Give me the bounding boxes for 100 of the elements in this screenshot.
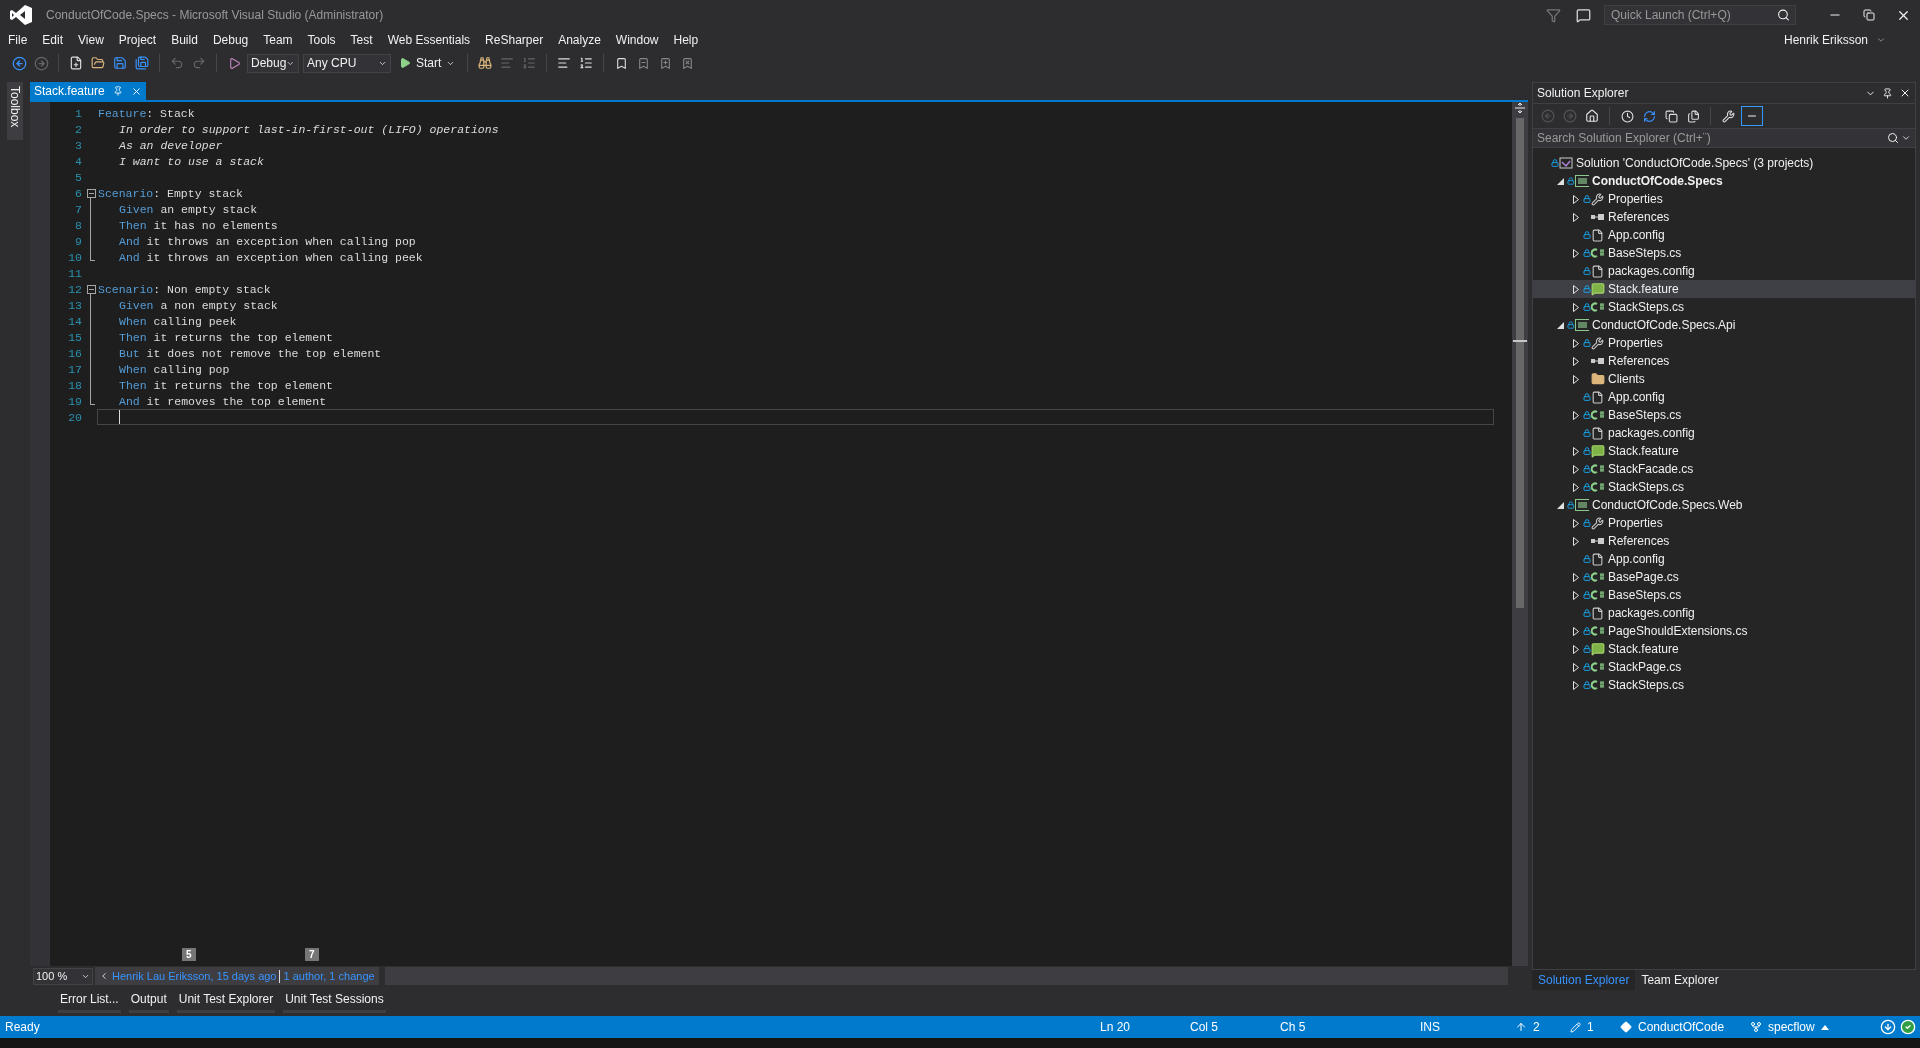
quick-launch-field[interactable]: Quick Launch (Ctrl+Q) bbox=[1604, 5, 1796, 25]
collapsed-icon[interactable] bbox=[1573, 410, 1579, 420]
tool-window-tab[interactable]: Unit Test Sessions bbox=[283, 990, 386, 1013]
check-icon[interactable] bbox=[1900, 1019, 1916, 1035]
tree-item[interactable]: StackSteps.cs bbox=[1533, 298, 1915, 316]
preview-toggle[interactable] bbox=[1741, 106, 1763, 126]
pending-changes[interactable]: 1 bbox=[1570, 1020, 1620, 1034]
forward-icon[interactable] bbox=[32, 54, 50, 72]
menu-item[interactable]: Tools bbox=[301, 30, 342, 50]
expanded-icon[interactable] bbox=[1556, 321, 1564, 329]
repository-selector[interactable]: ConductOfCode bbox=[1620, 1020, 1750, 1034]
tree-item[interactable]: StackPage.cs bbox=[1533, 658, 1915, 676]
menu-item[interactable]: Build bbox=[165, 30, 204, 50]
branch-selector[interactable]: specflow bbox=[1750, 1020, 1860, 1034]
tool-window-tab[interactable]: Output bbox=[128, 990, 169, 1013]
tree-item[interactable]: App.config bbox=[1533, 226, 1915, 244]
pin-icon[interactable] bbox=[1882, 87, 1893, 99]
start-button[interactable]: Start bbox=[395, 56, 460, 70]
collapse-icon[interactable] bbox=[87, 285, 96, 294]
tree-item[interactable]: Solution 'ConductOfCode.Specs' (3 projects) bbox=[1533, 154, 1915, 172]
configuration-dropdown[interactable]: Debug bbox=[247, 53, 299, 73]
expanded-icon[interactable] bbox=[1556, 501, 1564, 509]
home-icon[interactable] bbox=[1583, 107, 1601, 125]
tree-item[interactable]: ConductOfCode.Specs.Api bbox=[1533, 316, 1915, 334]
collapse-icon[interactable] bbox=[87, 189, 96, 198]
tree-item[interactable]: References bbox=[1533, 352, 1915, 370]
references-icon bbox=[1591, 357, 1604, 365]
menu-item[interactable]: Analyze bbox=[552, 30, 607, 50]
codelens-changes-link[interactable]: 1 author, 1 change bbox=[283, 970, 375, 982]
tree-item[interactable]: References bbox=[1533, 208, 1915, 226]
menu-item[interactable]: Edit bbox=[36, 30, 70, 50]
tree-item[interactable]: StackSteps.cs bbox=[1533, 676, 1915, 694]
search-icon bbox=[1887, 132, 1899, 144]
wrench-icon[interactable] bbox=[1719, 107, 1737, 125]
tree-item[interactable]: ConductOfCode.Specs.Web bbox=[1533, 496, 1915, 514]
tree-item[interactable]: packages.config bbox=[1533, 604, 1915, 622]
horizontal-scrollbar[interactable] bbox=[384, 967, 1508, 985]
csharp-file-icon bbox=[1591, 302, 1605, 312]
menu-item[interactable]: Project bbox=[112, 30, 163, 50]
dropdown-icon[interactable] bbox=[1901, 133, 1911, 143]
save-icon[interactable] bbox=[111, 54, 129, 72]
back-icon[interactable] bbox=[10, 54, 28, 72]
menu-item[interactable]: Team bbox=[257, 30, 299, 50]
tree-item[interactable]: Stack.feature bbox=[1533, 280, 1915, 298]
chevron-left-icon[interactable] bbox=[99, 971, 109, 981]
vertical-scrollbar[interactable] bbox=[1512, 102, 1528, 966]
tree-item[interactable]: BaseSteps.cs bbox=[1533, 406, 1915, 424]
line-number: 12 bbox=[67, 282, 83, 296]
menu-item[interactable]: Test bbox=[344, 30, 379, 50]
tree-item[interactable]: packages.config bbox=[1533, 424, 1915, 442]
outgoing-commits[interactable]: 2 bbox=[1515, 1020, 1570, 1034]
split-icon[interactable] bbox=[1514, 102, 1526, 114]
save-all-icon[interactable] bbox=[133, 54, 151, 72]
references-icon bbox=[1591, 537, 1604, 545]
tree-item[interactable]: Properties bbox=[1533, 334, 1915, 352]
tree-item[interactable]: StackSteps.cs bbox=[1533, 478, 1915, 496]
tree-item[interactable]: PageShouldExtensions.cs bbox=[1533, 622, 1915, 640]
tool-window-tab[interactable]: Error List... bbox=[58, 990, 121, 1013]
tree-item[interactable]: References bbox=[1533, 532, 1915, 550]
tree-item[interactable]: packages.config bbox=[1533, 262, 1915, 280]
clock-icon[interactable] bbox=[1618, 107, 1636, 125]
tree-item[interactable]: Properties bbox=[1533, 514, 1915, 532]
wrench-icon bbox=[1591, 336, 1604, 350]
download-icon[interactable] bbox=[1880, 1019, 1896, 1035]
tree-item[interactable]: Properties bbox=[1533, 190, 1915, 208]
platform-dropdown[interactable]: Any CPU bbox=[303, 53, 391, 73]
play-icon bbox=[399, 57, 411, 69]
toolbox-tab[interactable]: Toolbox bbox=[7, 82, 23, 140]
zoom-dropdown[interactable]: 100 % bbox=[33, 967, 93, 985]
tree-item[interactable]: BaseSteps.cs bbox=[1533, 586, 1915, 604]
project-icon bbox=[1574, 499, 1589, 511]
solution-search-field[interactable]: Search Solution Explorer (Ctrl+¨) bbox=[1533, 128, 1915, 148]
collapsed-icon[interactable] bbox=[1573, 248, 1579, 258]
tree-item[interactable]: App.config bbox=[1533, 550, 1915, 568]
tree-item[interactable]: BasePage.cs bbox=[1533, 568, 1915, 586]
menu-item[interactable]: ReSharper bbox=[479, 30, 550, 50]
tree-item[interactable]: Stack.feature bbox=[1533, 640, 1915, 658]
close-icon[interactable] bbox=[1899, 87, 1911, 99]
tree-item[interactable]: App.config bbox=[1533, 388, 1915, 406]
menu-item[interactable]: View bbox=[72, 30, 110, 50]
expanded-icon[interactable] bbox=[1556, 177, 1564, 185]
feedback-icon[interactable] bbox=[1574, 6, 1592, 24]
tree-item[interactable]: StackFacade.cs bbox=[1533, 460, 1915, 478]
menu-item[interactable]: File bbox=[2, 30, 34, 50]
menu-item[interactable]: Help bbox=[667, 30, 705, 50]
panel-tab[interactable]: Solution Explorer bbox=[1532, 970, 1636, 990]
tree-item[interactable]: Clients bbox=[1533, 370, 1915, 388]
user-menu[interactable]: Henrik Eriksson bbox=[1777, 32, 1892, 48]
lock-icon bbox=[1583, 249, 1591, 257]
csharp-file-icon bbox=[1591, 590, 1605, 600]
codelens-author-link[interactable]: Henrik Lau Eriksson, 15 days ago bbox=[112, 970, 277, 982]
tool-window-tab[interactable]: Unit Test Explorer bbox=[176, 990, 276, 1013]
menu-item[interactable]: Web Essentials bbox=[381, 30, 477, 50]
filter-icon[interactable] bbox=[1544, 6, 1562, 24]
tree-item[interactable]: Stack.feature bbox=[1533, 442, 1915, 460]
tree-item[interactable]: ConductOfCode.Specs bbox=[1533, 172, 1915, 190]
tree-item[interactable]: BaseSteps.cs bbox=[1533, 244, 1915, 262]
menu-item[interactable]: Window bbox=[609, 30, 665, 50]
code-line: And it removes the top element bbox=[118, 393, 328, 409]
menu-item[interactable]: Debug bbox=[206, 30, 255, 50]
